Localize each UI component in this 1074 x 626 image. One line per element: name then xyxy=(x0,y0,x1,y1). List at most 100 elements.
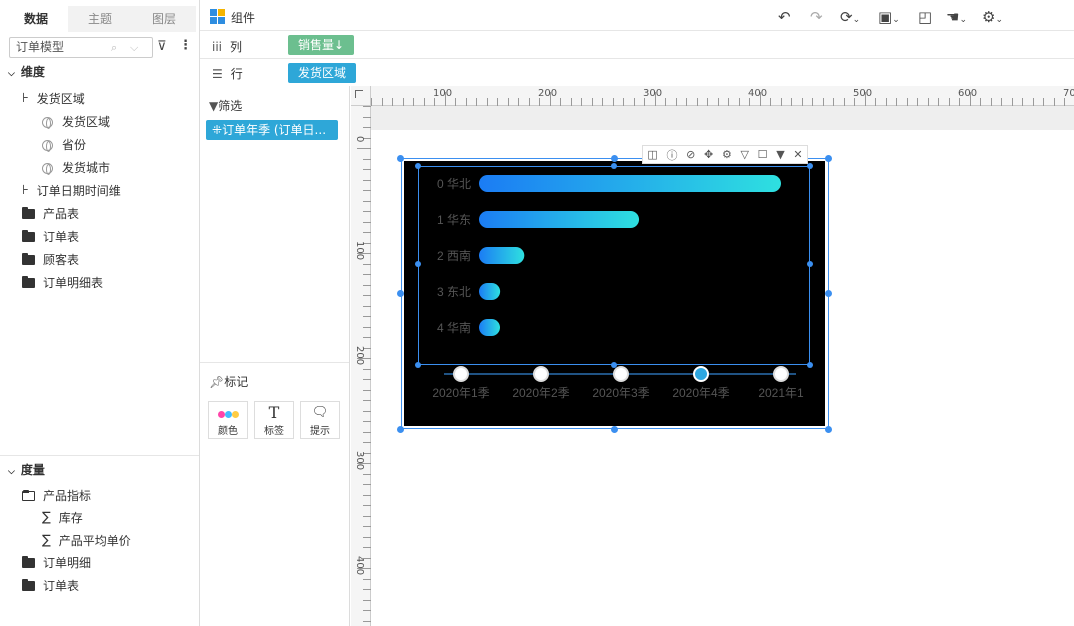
maximize-icon[interactable]: ☐ xyxy=(758,148,768,161)
resize-handle[interactable] xyxy=(611,426,618,433)
ruler-tick xyxy=(363,473,371,475)
mark-text-label: 标签 xyxy=(264,426,284,437)
ruler-tick xyxy=(1032,98,1034,106)
gear-icon[interactable]: ⚙ xyxy=(722,148,732,161)
filter-icon[interactable]: ▽ xyxy=(741,148,749,161)
tree-item[interactable]: 产品指标 xyxy=(22,486,91,506)
chevron-down-icon[interactable]: ⌵ xyxy=(130,38,138,57)
plot-resize-handle[interactable] xyxy=(611,163,617,169)
mark-text-button[interactable]: T 标签 xyxy=(254,401,294,439)
hand-icon[interactable]: ☚⌄ xyxy=(946,8,967,26)
plot-resize-handle[interactable] xyxy=(807,362,813,368)
resize-handle[interactable] xyxy=(825,426,832,433)
column-pill[interactable]: 销售量↓ xyxy=(288,35,355,55)
resize-handle[interactable] xyxy=(397,290,404,297)
tab-layers[interactable]: 图层 xyxy=(132,6,196,32)
info-icon[interactable]: ⓘ xyxy=(666,147,677,163)
measure-section[interactable]: ⌵ 度量 xyxy=(8,460,45,480)
tree-item-label: 发货城市 xyxy=(62,161,111,175)
divider xyxy=(200,362,349,363)
ruler-tick xyxy=(738,98,740,106)
ruler-tick xyxy=(363,190,371,191)
mark-tooltip-button[interactable]: 🗨︎ 提示 xyxy=(300,401,340,439)
ruler-label: 300 xyxy=(643,88,663,99)
ruler-tick xyxy=(791,98,792,106)
ruler-tick xyxy=(465,98,467,106)
toolbar: 组件 ↶ ↷ ⟳⌄ ▣⌄ ◰ ☚⌄ ⚙⌄ iii 列 销售量↓ ☰ 行 发货区域 xyxy=(200,0,1074,86)
filter-pill-label: 订单年季 (订单日... xyxy=(222,123,327,137)
tree-item[interactable]: 顾客表 xyxy=(22,250,79,270)
ruler-tick xyxy=(1022,98,1023,106)
tree-item[interactable]: ⊦ 发货区域 xyxy=(22,89,85,109)
tree-item[interactable]: 订单明细 xyxy=(22,553,91,573)
filter-sort-icon[interactable]: ⊽ xyxy=(157,39,167,54)
ruler-tick xyxy=(696,98,698,106)
ruler-tick xyxy=(917,98,918,106)
dropdown-icon[interactable]: ▼ xyxy=(776,148,784,161)
tree-item[interactable]: 产品表 xyxy=(22,204,79,224)
model-select[interactable]: 订单模型 ⌕ ⌵ xyxy=(9,37,153,58)
filter-pill[interactable]: ⁜订单年季 (订单日... xyxy=(206,120,338,140)
plot-resize-handle[interactable] xyxy=(807,163,813,169)
plot-resize-handle[interactable] xyxy=(415,362,421,368)
plot-resize-handle[interactable] xyxy=(415,163,421,169)
mark-header: 📌︎标记 xyxy=(209,373,248,390)
ruler-tick xyxy=(1043,98,1044,106)
mark-color-button[interactable]: 颜色 xyxy=(208,401,248,439)
plot-resize-handle[interactable] xyxy=(415,261,421,267)
chart-type-icon[interactable]: ◫ xyxy=(647,148,657,161)
tree-item[interactable]: ⊦ 订单日期时间维 xyxy=(22,181,121,201)
tab-data[interactable]: 数据 xyxy=(4,6,68,32)
ruler-tick xyxy=(1053,98,1055,106)
rows-row: ☰ 行 xyxy=(212,65,243,82)
folder-icon xyxy=(22,207,35,219)
tree-item[interactable]: 发货区域 xyxy=(42,112,110,132)
preview-icon[interactable]: ◰ xyxy=(918,8,932,26)
save-icon[interactable]: ▣⌄ xyxy=(878,8,900,26)
tree-item-label: 订单日期时间维 xyxy=(36,184,121,198)
tree-item[interactable]: ∑ 产品平均单价 xyxy=(42,531,131,551)
close-icon[interactable]: ✕ xyxy=(793,148,802,161)
tree-item[interactable]: 订单明细表 xyxy=(22,273,103,293)
resize-handle[interactable] xyxy=(611,155,618,162)
tree-item[interactable]: 订单表 xyxy=(22,576,79,596)
resize-handle[interactable] xyxy=(825,155,832,162)
ruler-tick xyxy=(357,148,371,149)
ruler-tick xyxy=(486,98,488,106)
undo-icon[interactable]: ↶ xyxy=(778,8,791,26)
tree-item[interactable]: ∑ 库存 xyxy=(42,508,83,528)
more-icon[interactable]: ⋮ xyxy=(179,38,192,53)
resize-handle[interactable] xyxy=(397,426,404,433)
ruler-tick xyxy=(707,98,708,106)
ruler-tick xyxy=(363,211,371,212)
tree-item[interactable]: 订单表 xyxy=(22,227,79,247)
ruler-tick xyxy=(455,98,456,106)
dimension-title: 维度 xyxy=(20,65,45,79)
settings-icon[interactable]: ⚙⌄ xyxy=(982,8,1003,26)
ruler-tick xyxy=(363,316,371,317)
tree-item-label: 发货区域 xyxy=(36,92,85,106)
resize-handle[interactable] xyxy=(825,290,832,297)
tab-theme[interactable]: 主题 xyxy=(68,6,132,32)
tree-item[interactable]: 省份 xyxy=(42,135,86,155)
dimension-section[interactable]: ⌵ 维度 xyxy=(8,62,45,82)
resize-handle[interactable] xyxy=(397,155,404,162)
ruler-tick xyxy=(801,98,803,106)
link-icon[interactable]: ⊘ xyxy=(686,148,695,161)
filter-title: 筛选 xyxy=(218,99,243,113)
model-select-value: 订单模型 xyxy=(16,40,65,54)
ruler-label: 200 xyxy=(538,88,558,99)
ruler-tick xyxy=(833,98,834,106)
redo-icon[interactable]: ↷ xyxy=(810,8,823,26)
plot-resize-handle[interactable] xyxy=(611,362,617,368)
ruler-tick xyxy=(959,98,960,106)
search-icon[interactable]: ⌕ xyxy=(111,38,117,57)
tree-item[interactable]: 发货城市 xyxy=(42,158,110,178)
plot-resize-handle[interactable] xyxy=(807,261,813,267)
components-label[interactable]: 组件 xyxy=(231,9,255,26)
refresh-icon[interactable]: ⟳⌄ xyxy=(840,8,860,26)
move-icon[interactable]: ✥ xyxy=(704,148,713,161)
row-pill[interactable]: 发货区域 xyxy=(288,63,357,83)
timeline-label: 2020年3季 xyxy=(592,386,649,400)
ruler-tick xyxy=(363,505,371,506)
